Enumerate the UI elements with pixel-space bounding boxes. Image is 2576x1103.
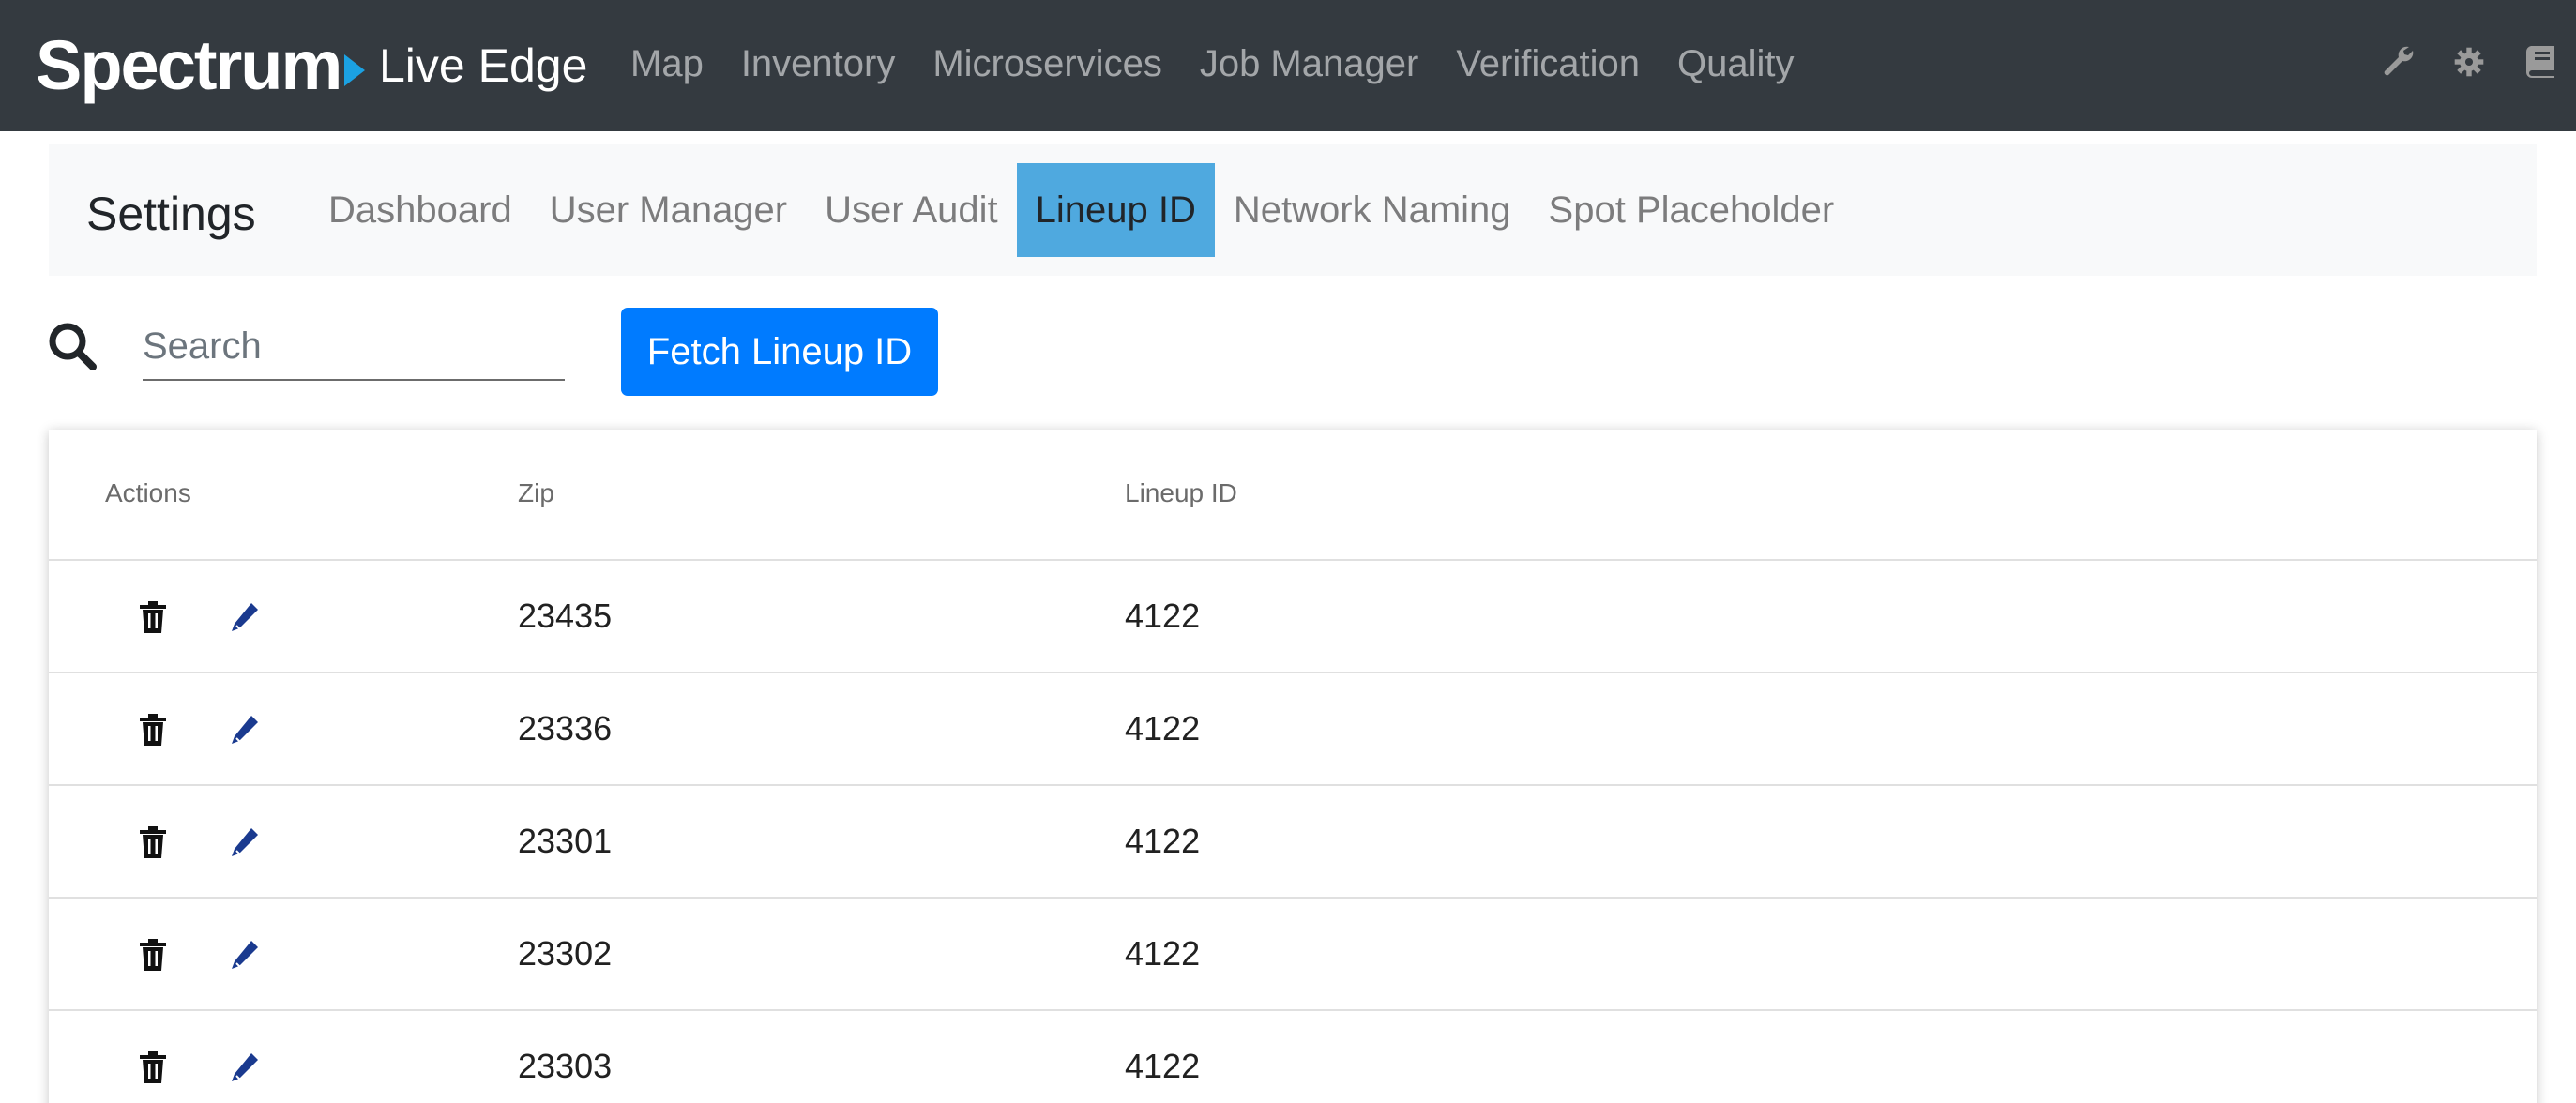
table-header: Actions Zip Lineup ID	[49, 430, 2537, 561]
trash-icon[interactable]	[137, 600, 169, 634]
gear-icon[interactable]	[2452, 43, 2486, 81]
lineup-id-cell: 4122	[1125, 709, 1201, 748]
lineup-table: Actions Zip Lineup ID 23435 4122 23336 4…	[49, 430, 2537, 1103]
tab-user-audit[interactable]: User Audit	[806, 163, 1017, 257]
trash-icon[interactable]	[137, 713, 169, 747]
tab-spot-placeholder[interactable]: Spot Placeholder	[1530, 163, 1854, 257]
zip-cell: 23336	[518, 709, 613, 748]
main-nav: Map Inventory Microservices Job Manager …	[630, 41, 1831, 86]
settings-title[interactable]: Settings	[86, 186, 256, 242]
search-icon	[49, 323, 97, 370]
lineup-id-cell: 4122	[1125, 597, 1201, 635]
book-icon[interactable]	[2523, 43, 2557, 81]
fetch-lineup-id-button[interactable]: Fetch Lineup ID	[621, 308, 938, 396]
table-row: 23301 4122	[49, 786, 2537, 899]
tab-dashboard[interactable]: Dashboard	[310, 163, 531, 257]
lineup-id-cell: 4122	[1125, 822, 1201, 860]
wrench-icon[interactable]	[2381, 43, 2415, 81]
table-row: 23302 4122	[49, 899, 2537, 1011]
nav-verification[interactable]: Verification	[1456, 41, 1640, 86]
zip-cell: 23301	[518, 822, 613, 860]
top-navbar: Spectrum Live Edge Map Inventory Microse…	[0, 0, 2576, 131]
table-row: 23336 4122	[49, 673, 2537, 786]
settings-tabs: Dashboard User Manager User Audit Lineup…	[310, 163, 1853, 257]
lineup-id-cell: 4122	[1125, 934, 1201, 973]
app-name[interactable]: Live Edge	[379, 38, 587, 94]
tab-network-naming[interactable]: Network Naming	[1215, 163, 1530, 257]
trash-icon[interactable]	[137, 825, 169, 859]
nav-inventory[interactable]: Inventory	[741, 41, 896, 86]
search-input[interactable]	[143, 313, 565, 381]
trash-icon[interactable]	[137, 938, 169, 972]
zip-cell: 23303	[518, 1047, 613, 1085]
nav-map[interactable]: Map	[630, 41, 704, 86]
tab-user-manager[interactable]: User Manager	[531, 163, 806, 257]
pencil-icon[interactable]	[229, 825, 261, 859]
pencil-icon[interactable]	[229, 600, 261, 634]
zip-cell: 23302	[518, 934, 613, 973]
nav-quality[interactable]: Quality	[1677, 41, 1795, 86]
table-row: 23435 4122	[49, 561, 2537, 673]
pencil-icon[interactable]	[229, 938, 261, 972]
pencil-icon[interactable]	[229, 713, 261, 747]
brand-name: Spectrum	[36, 26, 342, 104]
nav-job-manager[interactable]: Job Manager	[1200, 41, 1418, 86]
top-icon-group	[2381, 43, 2557, 81]
table-row: 23303 4122	[49, 1011, 2537, 1103]
settings-subnav: Settings Dashboard User Manager User Aud…	[49, 144, 2537, 276]
brand-arrow-icon	[344, 54, 366, 86]
pencil-icon[interactable]	[229, 1050, 261, 1084]
zip-cell: 23435	[518, 597, 613, 635]
trash-icon[interactable]	[137, 1050, 169, 1084]
column-header-lineup-id[interactable]: Lineup ID	[1125, 478, 1237, 508]
nav-microservices[interactable]: Microservices	[932, 41, 1161, 86]
lineup-id-cell: 4122	[1125, 1047, 1201, 1085]
column-header-zip[interactable]: Zip	[518, 478, 554, 508]
spectrum-logo[interactable]: Spectrum	[36, 26, 366, 105]
column-header-actions[interactable]: Actions	[105, 478, 191, 508]
tab-lineup-id[interactable]: Lineup ID	[1016, 163, 1215, 257]
